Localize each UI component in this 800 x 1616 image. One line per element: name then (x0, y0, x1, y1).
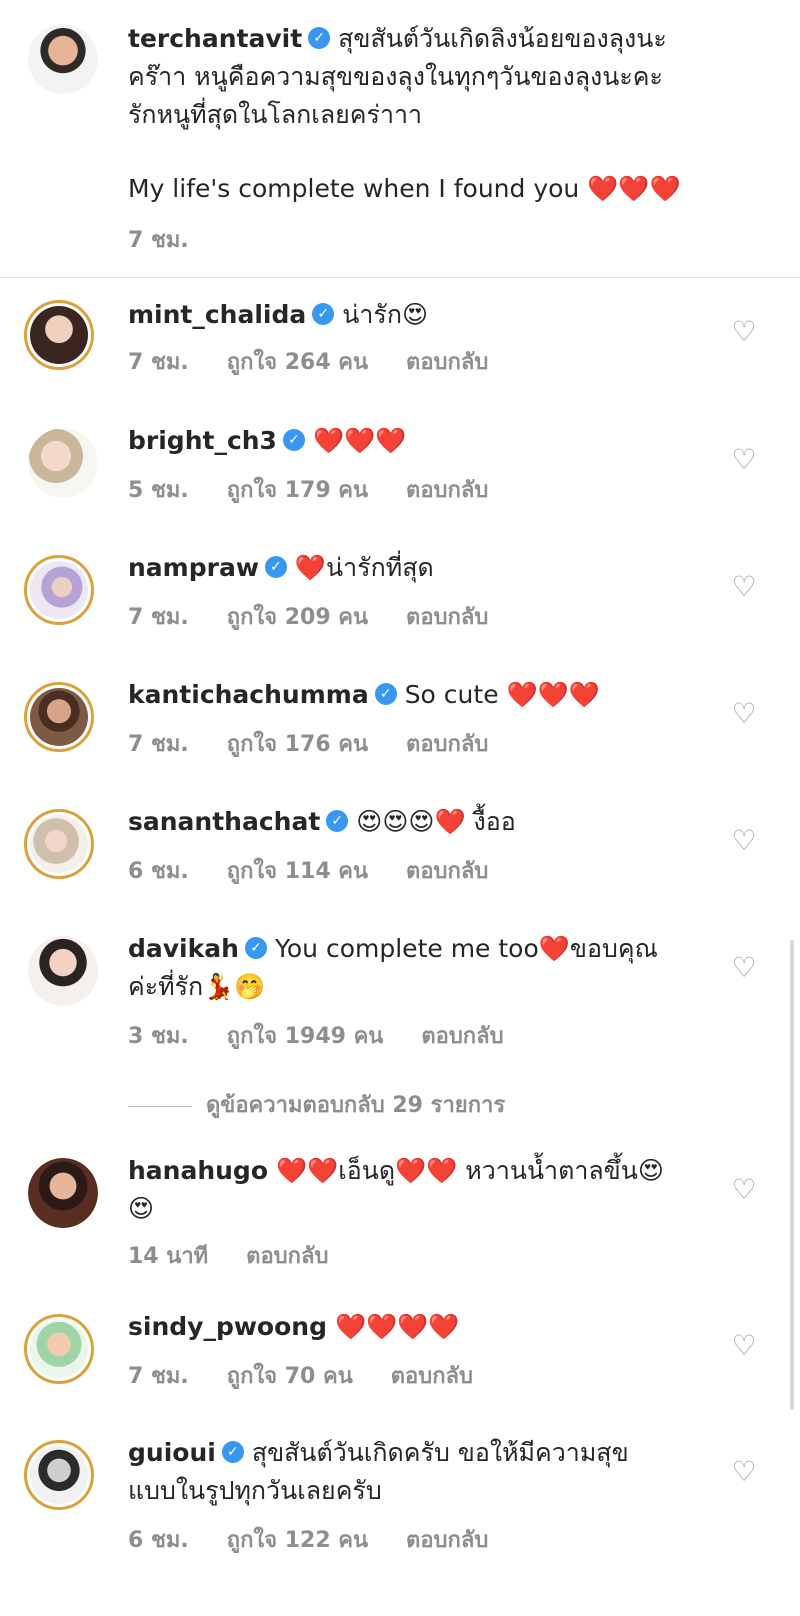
comment-text: 😍😍😍❤️ งื้ออ (356, 807, 516, 836)
scrollbar[interactable] (790, 940, 794, 1410)
heart-outline-icon[interactable]: ♡ (730, 446, 758, 474)
comment-text: ❤️❤️เอ็นดู❤️❤️ หวานน้ำตาลขึ้น😍 (275, 1156, 664, 1185)
heart-outline-icon[interactable]: ♡ (730, 318, 758, 346)
caption-line-2: คร๊าา หนูคือความสุขของลุงในทุกๆวันของลุง… (128, 62, 663, 91)
avatar[interactable] (24, 1314, 94, 1384)
view-replies-link[interactable]: ดูข้อความตอบกลับ 29 รายการ (128, 1087, 505, 1122)
comment-text: You complete me too❤️ขอบคุณ (274, 934, 658, 963)
comment-username[interactable]: sananthachat (128, 807, 320, 836)
comment-time: 6 ชม. (128, 859, 189, 884)
comment-username[interactable]: hanahugo (128, 1156, 268, 1185)
verified-badge-icon: ✓ (326, 810, 349, 832)
verified-badge-icon: ✓ (282, 429, 305, 451)
comment-time: 5 ชม. (128, 478, 189, 503)
heart-outline-icon[interactable]: ♡ (730, 573, 758, 601)
avatar[interactable] (28, 428, 98, 498)
comment-time: 7 ชม. (128, 350, 189, 375)
heart-outline-icon[interactable]: ♡ (730, 1332, 758, 1360)
comment-likes[interactable]: ถูกใจ 1949 คน (227, 1024, 384, 1049)
heart-outline-icon[interactable]: ♡ (730, 1458, 758, 1486)
comment-likes[interactable]: ถูกใจ 70 คน (227, 1364, 353, 1389)
avatar[interactable] (28, 936, 98, 1006)
avatar[interactable] (24, 555, 94, 625)
comment-text-line-2: ค่ะที่รัก💃🤭 (128, 972, 266, 1001)
reply-button[interactable]: ตอบกลับ (406, 478, 488, 503)
comment-text: So cute ❤️❤️❤️ (404, 680, 600, 709)
reply-button[interactable]: ตอบกลับ (406, 605, 488, 630)
heart-outline-icon[interactable]: ♡ (730, 700, 758, 728)
reply-button[interactable]: ตอบกลับ (391, 1364, 473, 1389)
comment-likes[interactable]: ถูกใจ 264 คน (227, 350, 368, 375)
comment-text-line-2: แบบในรูปทุกวันเลยครับ (128, 1476, 382, 1505)
reply-button[interactable]: ตอบกลับ (406, 1528, 488, 1553)
comment-likes[interactable]: ถูกใจ 176 คน (227, 732, 368, 757)
comment-username[interactable]: mint_chalida (128, 300, 306, 329)
caption-line-3: รักหนูที่สุดในโลกเลยคร่าาา (128, 100, 423, 129)
avatar[interactable] (24, 682, 94, 752)
caption-text: terchantavit ✓ สุขสันต์วันเกิดลิงน้อยของลุ… (128, 20, 720, 134)
reply-button[interactable]: ตอบกลับ (406, 350, 488, 375)
avatar[interactable] (24, 809, 94, 879)
comment-text: น่ารัก😍 (342, 300, 429, 329)
verified-badge-icon: ✓ (374, 683, 397, 705)
comment-likes[interactable]: ถูกใจ 209 คน (227, 605, 368, 630)
caption-line-4: My life's complete when I found you ❤️❤️… (128, 174, 681, 203)
comment-likes[interactable]: ถูกใจ 122 คน (227, 1528, 368, 1553)
divider (128, 1105, 192, 1107)
comment-time: 7 ชม. (128, 1364, 189, 1389)
verified-badge-icon: ✓ (264, 556, 287, 578)
comment-likes[interactable]: ถูกใจ 179 คน (227, 478, 368, 503)
verified-badge-icon: ✓ (221, 1441, 244, 1463)
comment-text: สุขสันต์วันเกิดครับ ขอให้มีความสุข (251, 1438, 629, 1467)
avatar[interactable] (28, 1158, 98, 1228)
comment-time: 7 ชม. (128, 605, 189, 630)
avatar[interactable] (24, 300, 94, 370)
post-caption: terchantavit ✓ สุขสันต์วันเกิดลิงน้อยของลุ… (0, 0, 800, 278)
comment-username[interactable]: sindy_pwoong (128, 1312, 327, 1341)
heart-outline-icon[interactable]: ♡ (730, 1176, 758, 1204)
comment-time: 14 นาที (128, 1244, 209, 1269)
caption-line-1: สุขสันต์วันเกิดลิงน้อยของลุงนะ (338, 24, 667, 53)
reply-button[interactable]: ตอบกลับ (406, 732, 488, 757)
comment-time: 3 ชม. (128, 1024, 189, 1049)
heart-outline-icon[interactable]: ♡ (730, 954, 758, 982)
reply-button[interactable]: ตอบกลับ (246, 1244, 328, 1269)
caption-username[interactable]: terchantavit (128, 24, 302, 53)
verified-badge-icon: ✓ (312, 303, 335, 325)
comment-username[interactable]: guioui (128, 1438, 216, 1467)
avatar[interactable] (24, 1440, 94, 1510)
comment-text: ❤️น่ารักที่สุด (294, 553, 434, 582)
comment-username[interactable]: davikah (128, 934, 239, 963)
verified-badge-icon: ✓ (244, 937, 267, 959)
avatar[interactable] (28, 24, 98, 94)
comment-text: ❤️❤️❤️ (312, 426, 407, 455)
comment-username[interactable]: bright_ch3 (128, 426, 277, 455)
reply-button[interactable]: ตอบกลับ (421, 1024, 503, 1049)
reply-button[interactable]: ตอบกลับ (406, 859, 488, 884)
comment-username[interactable]: kantichachumma (128, 680, 369, 709)
caption-time: 7 ชม. (128, 228, 189, 253)
view-replies-label: ดูข้อความตอบกลับ 29 รายการ (206, 1093, 506, 1118)
comment-time: 6 ชม. (128, 1528, 189, 1553)
heart-outline-icon[interactable]: ♡ (730, 827, 758, 855)
comment-text: ❤️❤️❤️❤️ (334, 1312, 460, 1341)
verified-badge-icon: ✓ (308, 27, 331, 49)
comment-likes[interactable]: ถูกใจ 114 คน (227, 859, 368, 884)
comment-username[interactable]: nampraw (128, 553, 259, 582)
comment-time: 7 ชม. (128, 732, 189, 757)
comment-text-line-2: 😍 (128, 1194, 155, 1223)
